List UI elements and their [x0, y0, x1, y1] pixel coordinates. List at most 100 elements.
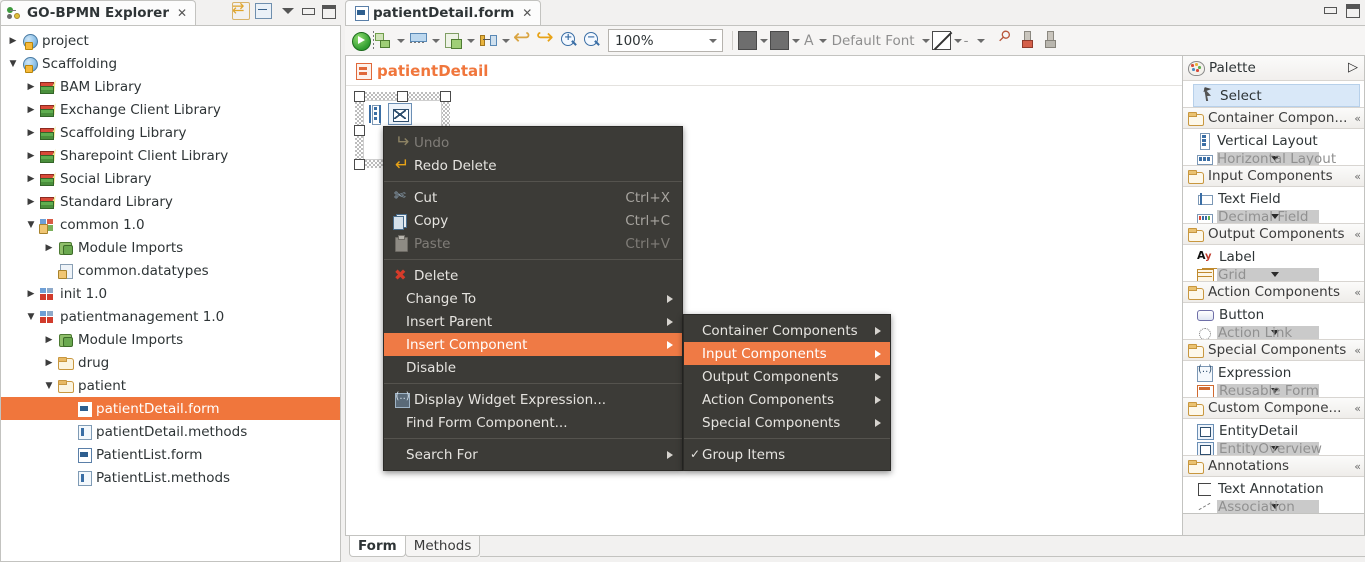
chevron-down-icon[interactable]: ▼: [23, 220, 39, 230]
font-color-icon[interactable]: A: [802, 33, 816, 49]
palette-item[interactable]: Button: [1183, 303, 1364, 326]
palette-item[interactable]: Grid: [1183, 268, 1364, 281]
chevron-right-icon[interactable]: ▶: [23, 82, 39, 92]
tree-item[interactable]: ▼ patient: [1, 374, 340, 397]
collapse-chevron-icon[interactable]: «: [1354, 286, 1361, 299]
resize-handle-ne[interactable]: [440, 91, 451, 102]
tree-item[interactable]: ▶ Module Imports: [1, 328, 340, 351]
font-color-dropdown-arrow[interactable]: [817, 29, 828, 53]
palette-item[interactable]: Horizontal Layout: [1183, 152, 1364, 165]
maximize-icon[interactable]: [1345, 3, 1360, 18]
distribute-icon[interactable]: [477, 29, 499, 53]
palette-item[interactable]: EntityDetail: [1183, 419, 1364, 442]
scroll-down-icon[interactable]: [1271, 272, 1279, 277]
zoom-in-icon[interactable]: +: [558, 29, 580, 53]
tab-form[interactable]: Form: [349, 536, 406, 557]
match-size-icon[interactable]: [407, 29, 429, 53]
menu-item[interactable]: Action Components: [684, 388, 890, 411]
palette-group-header[interactable]: Custom Compone... «: [1183, 397, 1364, 419]
palette-group-header[interactable]: Special Components «: [1183, 339, 1364, 361]
palette-tool-select[interactable]: Select: [1193, 84, 1360, 107]
run-icon[interactable]: [349, 29, 371, 53]
collapse-chevron-icon[interactable]: «: [1354, 228, 1361, 241]
minimize-icon[interactable]: [301, 4, 315, 18]
palette-item[interactable]: Association: [1183, 500, 1364, 513]
collapse-all-icon[interactable]: [255, 2, 272, 19]
fill-color-dropdown-arrow[interactable]: [758, 29, 769, 53]
menu-item[interactable]: Redo Delete: [384, 154, 682, 177]
menu-item[interactable]: ✓ Group Items: [684, 443, 890, 466]
undo-icon[interactable]: [512, 25, 534, 53]
collapse-chevron-icon[interactable]: «: [1354, 344, 1361, 357]
tree-item[interactable]: ▼ common 1.0: [1, 213, 340, 236]
chevron-right-icon[interactable]: ▶: [41, 243, 57, 253]
close-icon[interactable]: ✕: [177, 6, 187, 20]
color-picker-icon[interactable]: [995, 29, 1017, 53]
tree-item[interactable]: ▶ Module Imports: [1, 236, 340, 259]
palette-item[interactable]: EntityOverview: [1183, 442, 1364, 455]
paint-brush-gray-icon[interactable]: [1041, 29, 1063, 53]
tree-item[interactable]: PatientList.form: [1, 443, 340, 466]
font-name-label[interactable]: Default Font: [832, 33, 915, 49]
menu-item[interactable]: Special Components: [684, 411, 890, 434]
line-color-icon[interactable]: [770, 31, 789, 50]
menu-item[interactable]: Insert Component: [384, 333, 682, 356]
chevron-right-icon[interactable]: ▶: [23, 289, 39, 299]
tree-item[interactable]: ▶ BAM Library: [1, 75, 340, 98]
tab-methods[interactable]: Methods: [404, 536, 481, 557]
palette-item[interactable]: Decimal Field: [1183, 210, 1364, 223]
chevron-right-icon[interactable]: ▶: [23, 151, 39, 161]
chevron-down-icon[interactable]: ▼: [5, 59, 21, 69]
menu-item[interactable]: Input Components: [684, 342, 890, 365]
resize-handle-n[interactable]: [397, 91, 408, 102]
menu-item[interactable]: Search For: [384, 443, 682, 466]
chevron-right-icon[interactable]: ▶: [41, 335, 57, 345]
chevron-right-icon[interactable]: ▶: [23, 174, 39, 184]
tree-item[interactable]: ▶ drug: [1, 351, 340, 374]
palette-item[interactable]: Reusable Form: [1183, 384, 1364, 397]
palette-group-header[interactable]: Output Components «: [1183, 223, 1364, 245]
tree-item[interactable]: common.datatypes: [1, 259, 340, 282]
paint-brush-icon[interactable]: [1018, 29, 1040, 53]
next-arrow-icon[interactable]: ▷: [1346, 61, 1359, 75]
chevron-right-icon[interactable]: ▶: [23, 197, 39, 207]
redo-icon[interactable]: [535, 25, 557, 53]
palette-item[interactable]: Vertical Layout: [1183, 129, 1364, 152]
line-width-dropdown-arrow[interactable]: [975, 29, 986, 53]
chevron-right-icon[interactable]: ▶: [23, 105, 39, 115]
tree-item[interactable]: ▶ Scaffolding Library: [1, 121, 340, 144]
line-color-dropdown-arrow[interactable]: [790, 29, 801, 53]
chevron-right-icon[interactable]: ▶: [5, 36, 21, 46]
menu-item[interactable]: Container Components: [684, 319, 890, 342]
explorer-tree-panel[interactable]: ▶ project ▼ Scaffolding ▶ BAM Library ▶ Exchang…: [0, 25, 341, 562]
minimize-icon[interactable]: [1323, 3, 1337, 17]
tab-patient-detail-form[interactable]: patientDetail.form ✕: [345, 0, 542, 25]
menu-item[interactable]: Delete: [384, 264, 682, 287]
link-with-editor-icon[interactable]: [232, 0, 250, 20]
align-left-icon[interactable]: [372, 29, 394, 53]
palette-item[interactable]: Action Link: [1183, 326, 1364, 339]
palette-group-header[interactable]: Container Compon... «: [1183, 107, 1364, 129]
new-component-icon[interactable]: [442, 29, 464, 53]
tree-item[interactable]: ▶ project: [1, 29, 340, 52]
collapse-chevron-icon[interactable]: «: [1354, 170, 1361, 183]
menu-item[interactable]: Output Components: [684, 365, 890, 388]
view-menu-icon[interactable]: [281, 4, 295, 18]
tree-item[interactable]: ▶ Exchange Client Library: [1, 98, 340, 121]
palette-item[interactable]: Text Annotation: [1183, 477, 1364, 500]
menu-item[interactable]: Cut Ctrl+X: [384, 186, 682, 209]
palette-item[interactable]: Ay Label: [1183, 245, 1364, 268]
menu-item[interactable]: Insert Parent: [384, 310, 682, 333]
palette-item[interactable]: Expression: [1183, 361, 1364, 384]
chevron-right-icon[interactable]: ▶: [23, 128, 39, 138]
tree-item[interactable]: PatientList.methods: [1, 466, 340, 489]
menu-item[interactable]: Copy Ctrl+C: [384, 209, 682, 232]
tree-item[interactable]: patientDetail.methods: [1, 420, 340, 443]
tree-item[interactable]: patientDetail.form: [1, 397, 340, 420]
menu-item[interactable]: Find Form Component...: [384, 411, 682, 434]
palette-group-header[interactable]: Input Components «: [1183, 165, 1364, 187]
line-style-dropdown-arrow[interactable]: [952, 29, 963, 53]
match-size-dropdown-arrow[interactable]: [430, 29, 441, 53]
tree-item[interactable]: ▶ Standard Library: [1, 190, 340, 213]
menu-item[interactable]: Disable: [384, 356, 682, 379]
